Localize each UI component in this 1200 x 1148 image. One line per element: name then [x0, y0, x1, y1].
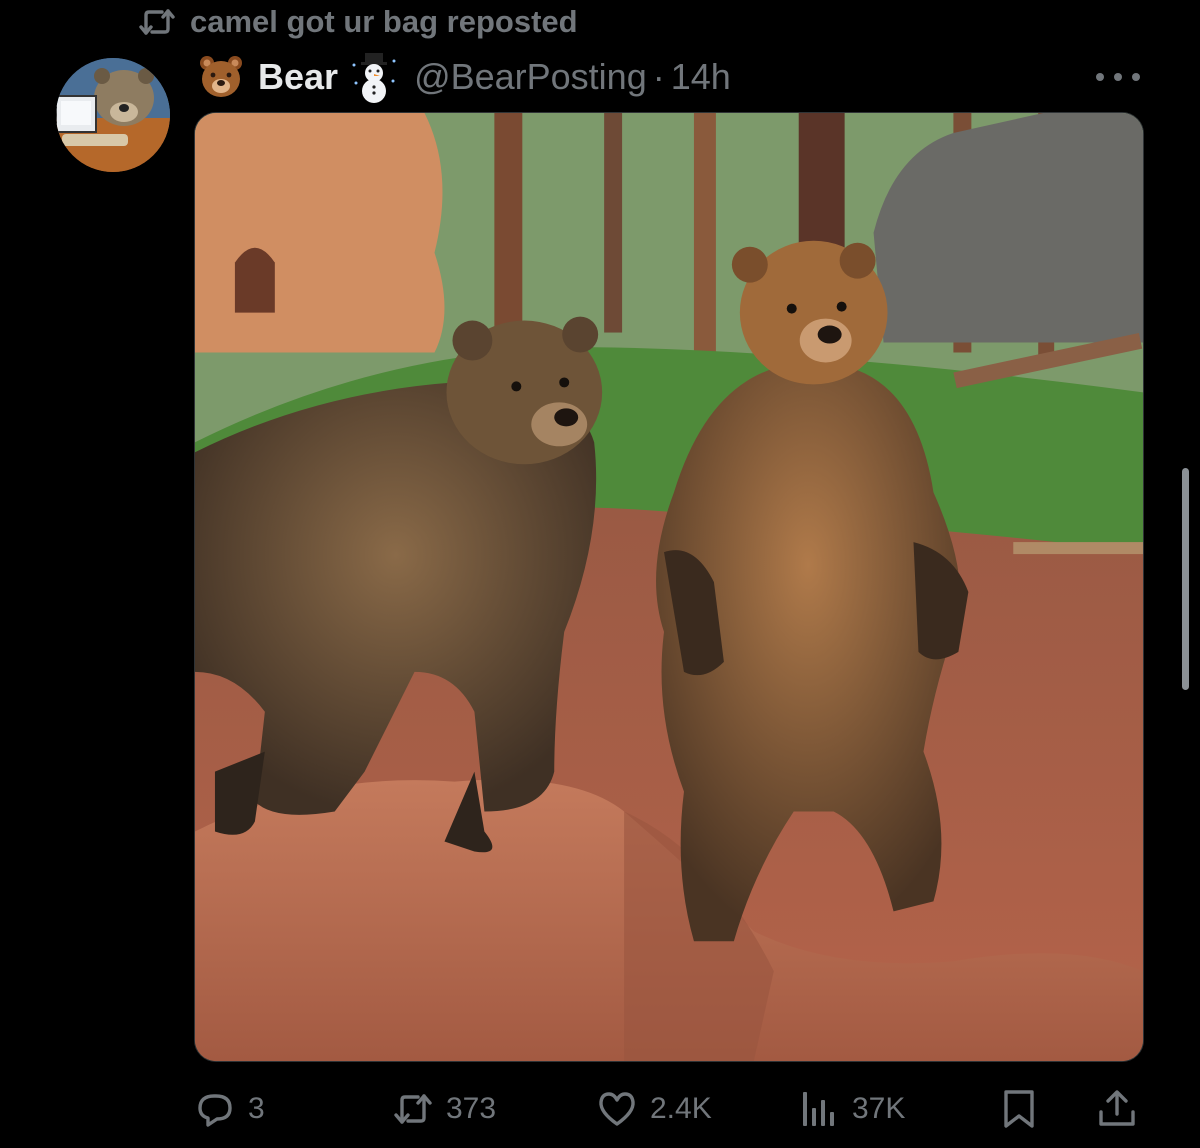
- author-avatar[interactable]: [56, 58, 170, 172]
- heart-icon: [599, 1092, 635, 1126]
- more-options-icon[interactable]: [1096, 68, 1140, 86]
- bears-photo: [195, 113, 1143, 1061]
- scrollbar[interactable]: [1182, 468, 1189, 690]
- bear-face-emoji: [200, 56, 242, 97]
- like-count: 2.4K: [650, 1092, 712, 1125]
- post-actions: 3 373 2.4K 37K: [194, 1082, 1144, 1136]
- views-button[interactable]: 37K: [798, 1082, 905, 1136]
- author-name[interactable]: Bear: [258, 56, 338, 98]
- repost-icon: [139, 9, 175, 35]
- reply-button[interactable]: 3: [194, 1082, 265, 1136]
- view-count: 37K: [852, 1092, 906, 1125]
- like-button[interactable]: 2.4K: [596, 1082, 712, 1136]
- share-button[interactable]: [1096, 1082, 1138, 1136]
- analytics-icon: [803, 1092, 834, 1126]
- share-icon: [1099, 1090, 1135, 1126]
- repost-count: 373: [446, 1092, 497, 1125]
- post-header: Bear @BearPosting · 14h: [198, 52, 731, 103]
- snowman-emoji: [352, 53, 396, 103]
- repost-label: camel got ur bag reposted: [190, 4, 578, 39]
- bookmark-icon: [1004, 1090, 1034, 1128]
- repost-context[interactable]: camel got ur bag reposted: [138, 2, 578, 42]
- separator-dot: ·: [652, 56, 665, 97]
- post-time[interactable]: 14h: [671, 56, 731, 98]
- reply-icon: [198, 1094, 232, 1127]
- avatar-image: [56, 58, 170, 172]
- post-image[interactable]: [194, 112, 1144, 1062]
- repost-button[interactable]: 373: [392, 1082, 496, 1136]
- author-handle[interactable]: @BearPosting: [414, 56, 647, 98]
- bookmark-button[interactable]: [998, 1082, 1040, 1136]
- repost-icon: [394, 1094, 432, 1124]
- reply-count: 3: [248, 1092, 265, 1125]
